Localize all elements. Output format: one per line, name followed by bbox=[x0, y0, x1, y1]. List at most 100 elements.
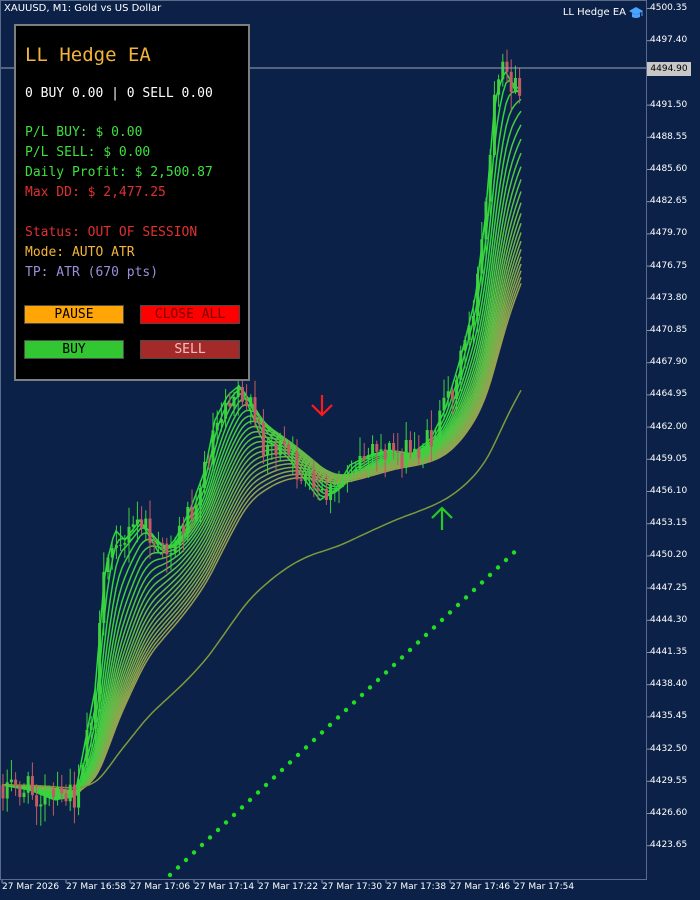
candle-body bbox=[345, 474, 349, 478]
candle-body bbox=[22, 792, 26, 798]
price-axis-label: 4453.15 bbox=[650, 518, 688, 529]
candle-body bbox=[261, 422, 265, 456]
candle-body bbox=[240, 386, 244, 402]
candle-body bbox=[291, 452, 295, 455]
graduation-cap-icon[interactable] bbox=[628, 6, 644, 20]
candle-body bbox=[308, 471, 312, 475]
candle-body bbox=[114, 545, 118, 548]
candle-body bbox=[425, 430, 429, 452]
time-axis-label: 27 Mar 17:14 bbox=[194, 882, 255, 892]
candle-body bbox=[182, 525, 186, 533]
price-axis-label: 4441.35 bbox=[650, 647, 688, 657]
price-axis-label: 4429.55 bbox=[650, 775, 688, 786]
candle-body bbox=[333, 483, 337, 485]
candle-body bbox=[203, 461, 207, 489]
candle-body bbox=[320, 488, 324, 491]
candle-body bbox=[26, 776, 30, 793]
candle-body bbox=[450, 391, 454, 399]
candle-body bbox=[404, 440, 408, 468]
psar-dot bbox=[487, 572, 493, 578]
psar-dot bbox=[231, 812, 237, 818]
psar-dot bbox=[479, 580, 485, 585]
candle-body bbox=[329, 484, 333, 501]
candle-body bbox=[287, 444, 291, 455]
tp-text: TP: ATR (670 pts) bbox=[25, 265, 159, 280]
candle-body bbox=[270, 444, 274, 446]
candle-body bbox=[442, 397, 446, 411]
candle-body bbox=[434, 437, 438, 447]
candle-body bbox=[207, 461, 211, 464]
psar-dot bbox=[311, 737, 317, 743]
candle-body bbox=[211, 430, 215, 464]
psar-dot bbox=[287, 760, 293, 765]
psar-dot bbox=[399, 655, 405, 660]
candle-body bbox=[316, 488, 320, 491]
candle-body bbox=[455, 379, 459, 399]
candle-body bbox=[232, 396, 236, 407]
candle-body bbox=[77, 779, 81, 808]
candle-body bbox=[505, 61, 509, 72]
price-axis-label: 4450.20 bbox=[650, 550, 688, 561]
ea-name-label[interactable]: LL Hedge EA bbox=[563, 7, 626, 18]
price-axis-label: 4485.60 bbox=[650, 164, 688, 174]
candle-body bbox=[165, 543, 169, 555]
time-axis-label: 27 Mar 17:38 bbox=[386, 882, 447, 892]
candle-body bbox=[337, 483, 341, 485]
candle-body bbox=[60, 787, 64, 794]
sell-button[interactable]: SELL bbox=[140, 340, 240, 359]
psar-dot bbox=[303, 745, 309, 750]
candle-body bbox=[68, 784, 72, 802]
candle-body bbox=[198, 488, 202, 506]
psar-dot bbox=[471, 587, 477, 593]
candle-body bbox=[186, 506, 190, 533]
candle-body bbox=[488, 154, 492, 202]
buy-button[interactable]: BUY bbox=[24, 340, 124, 359]
candle-body bbox=[1, 785, 5, 799]
psar-dot bbox=[439, 617, 445, 623]
psar-dot bbox=[239, 805, 245, 810]
candle-body bbox=[123, 542, 127, 545]
candle-body bbox=[492, 94, 496, 155]
time-axis-label: 27 Mar 2026 bbox=[2, 882, 60, 892]
pause-button[interactable]: PAUSE bbox=[24, 305, 124, 324]
candle-body bbox=[18, 785, 22, 798]
close-all-button[interactable]: CLOSE ALL bbox=[140, 305, 240, 324]
time-axis-label: 27 Mar 17:54 bbox=[514, 882, 575, 892]
candle-body bbox=[375, 443, 379, 452]
candle-body bbox=[497, 79, 501, 95]
psar-dot bbox=[271, 775, 277, 780]
candle-body bbox=[471, 315, 475, 326]
candle-body bbox=[119, 544, 123, 546]
candle-body bbox=[148, 518, 152, 544]
psar-dot bbox=[263, 782, 269, 788]
candle-body bbox=[509, 71, 513, 93]
candle-body bbox=[64, 793, 68, 802]
candle-body bbox=[396, 450, 400, 454]
candle-body bbox=[518, 78, 522, 96]
candle-body bbox=[144, 518, 148, 528]
candle-body bbox=[501, 61, 505, 80]
candle-body bbox=[56, 787, 60, 798]
candle-body bbox=[467, 325, 471, 341]
candle-body bbox=[400, 453, 404, 468]
psar-dot bbox=[359, 692, 365, 698]
candle-body bbox=[245, 401, 249, 407]
candle-body bbox=[236, 386, 240, 397]
psar-dot bbox=[407, 647, 413, 653]
psar-dot bbox=[279, 767, 285, 773]
price-axis-label: 4482.65 bbox=[650, 196, 688, 207]
psar-dot bbox=[175, 865, 181, 870]
price-axis-label: 4476.75 bbox=[650, 260, 688, 271]
candle-body bbox=[51, 789, 55, 798]
candle-body bbox=[35, 795, 39, 807]
price-axis-label: 4426.60 bbox=[650, 808, 688, 818]
candle-body bbox=[350, 473, 354, 475]
price-axis-label: 4432.50 bbox=[650, 743, 688, 754]
psar-dot bbox=[431, 625, 437, 630]
candle-body bbox=[5, 782, 9, 799]
psar-dot bbox=[367, 685, 373, 690]
candle-body bbox=[47, 789, 51, 791]
candle-body bbox=[30, 776, 34, 796]
candle-body bbox=[169, 553, 173, 555]
candle-body bbox=[190, 506, 194, 520]
